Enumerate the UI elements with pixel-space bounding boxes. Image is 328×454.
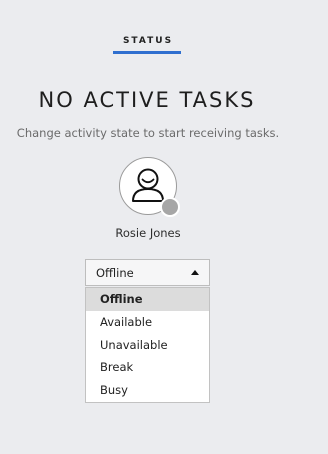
caret-up-icon: [191, 270, 199, 275]
avatar: [119, 157, 180, 217]
presence-indicator: [160, 197, 180, 217]
option-available[interactable]: Available: [86, 311, 209, 334]
activity-state-value: Offline: [96, 266, 134, 280]
user-name: Rosie Jones: [115, 226, 181, 240]
option-break[interactable]: Break: [86, 356, 209, 379]
option-busy[interactable]: Busy: [86, 379, 209, 402]
tab-status[interactable]: STATUS: [113, 36, 181, 54]
option-unavailable[interactable]: Unavailable: [86, 334, 209, 357]
empty-state-message: Change activity state to start receiving…: [16, 126, 280, 140]
tab-status-label: STATUS: [122, 36, 174, 46]
activity-state-options: Offline Available Unavailable Break Busy: [85, 287, 210, 403]
tab-active-indicator: [113, 51, 181, 54]
activity-state-select[interactable]: Offline: [85, 259, 210, 286]
empty-state-title: NO ACTIVE TASKS: [38, 88, 256, 112]
option-offline[interactable]: Offline: [86, 288, 209, 311]
